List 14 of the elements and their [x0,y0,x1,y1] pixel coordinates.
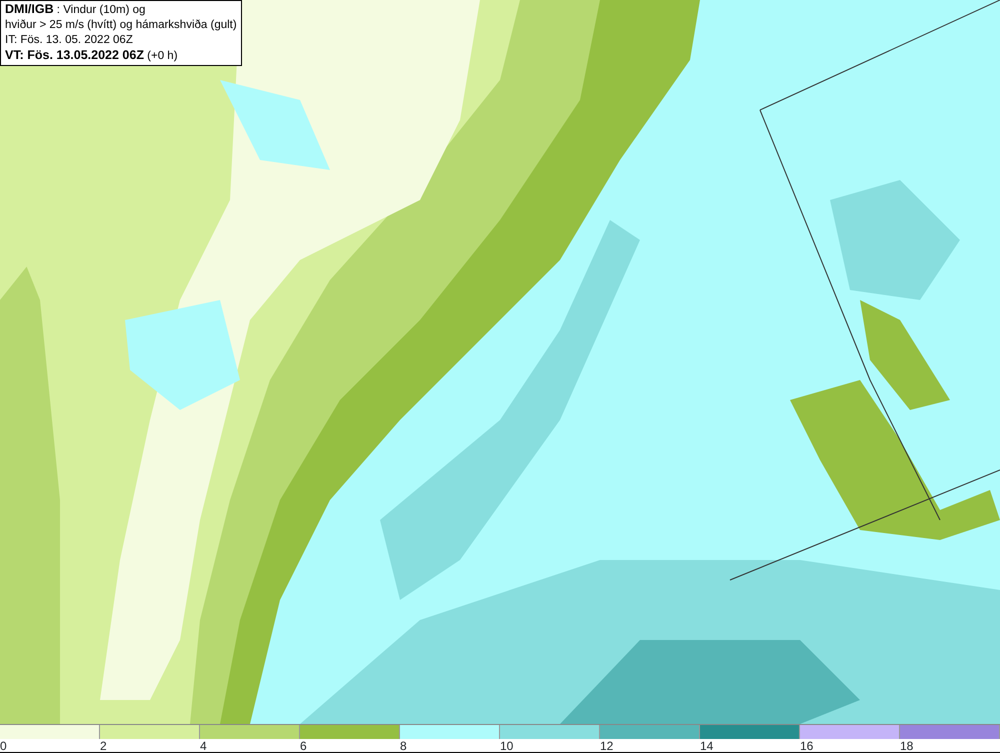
title-line: hviður > 25 m/s (hvítt) og hámarkshviða (gult) [5,18,237,33]
title-line: VT: Fös. 13.05.2022 06Z (+0 h) [5,48,179,64]
legend-label: 16 [800,739,814,753]
legend-label: 8 [400,739,407,753]
legend-label: 0 [0,739,7,753]
legend-label: 10 [500,739,514,753]
legend-label: 18 [900,739,914,753]
legend-label: 2 [100,739,107,753]
title-line: DMI/IGB : Vindur (10m) og [5,2,146,18]
legend-label: 12 [600,739,614,753]
legend-label: 14 [700,739,714,753]
title-line: IT: Fös. 13. 05. 2022 06Z [5,33,134,48]
legend-label: 4 [200,739,207,753]
legend-label: 6 [300,739,307,753]
